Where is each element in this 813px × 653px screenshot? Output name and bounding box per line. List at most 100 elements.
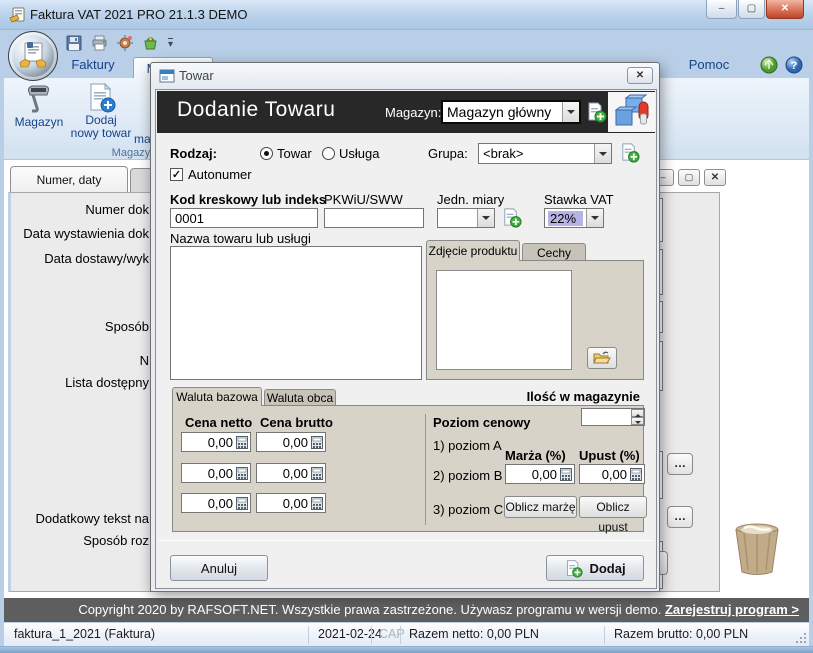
add-jedn-icon[interactable] [501,207,522,228]
tab-zdjecie-produktu[interactable]: Zdjęcie produktu [426,240,520,261]
jedn-miary-select[interactable] [437,208,495,228]
oblicz-upust-button[interactable]: Oblicz upust [579,496,647,518]
cena-netto-input-2[interactable]: 0,00 [181,463,251,483]
cena-brutto-input-2[interactable]: 0,00 [256,463,326,483]
calculator-icon[interactable] [236,436,248,449]
print-icon[interactable] [91,35,108,51]
calculator-icon[interactable] [630,468,642,481]
open-image-button[interactable] [587,347,617,369]
cena-brutto-input-1[interactable]: 0,00 [256,432,326,452]
calculator-icon[interactable] [311,467,323,480]
radio-towar[interactable] [260,147,273,160]
dialog-footer-separator [158,540,654,541]
status-brutto-total: Razem brutto: 0,00 PLN [614,627,748,641]
calculator-icon[interactable] [311,436,323,449]
calculator-icon[interactable] [236,467,248,480]
form-label: Lista dostępny [65,375,149,390]
calculator-icon[interactable] [560,468,572,481]
doc-tab-numer-daty[interactable]: Numer, daty [10,166,128,192]
dodaj-button[interactable]: Dodaj [546,555,644,581]
ribbon-button-dodaj-nowy-towar[interactable]: Dodaj nowy towar [70,80,132,154]
window-bottom-border [0,646,813,653]
cena-netto-input-3[interactable]: 0,00 [181,493,251,513]
vat-select-value: 22% [548,211,583,226]
vat-select[interactable]: 22% [544,208,604,228]
close-button[interactable]: ✕ [766,0,804,19]
help-icon[interactable]: ? [785,56,803,74]
cena-netto-input-1[interactable]: 0,00 [181,432,251,452]
window-title: Faktura VAT 2021 PRO 21.1.3 DEMO [30,7,247,22]
browse-ellipsis-button[interactable]: … [667,506,693,528]
magazyn-label: Magazyn: [385,105,441,120]
tab-pomoc[interactable]: Pomoc [682,57,736,72]
dialog-towar: Towar ✕ Dodanie Towaru Magazyn: Magazyn … [150,62,660,592]
window-titlebar[interactable]: Faktura VAT 2021 PRO 21.1.3 DEMO – ▢ ✕ [0,0,813,30]
autonumer-label[interactable]: Autonumer [188,167,252,182]
ribbon-button-magazyn[interactable]: Magazyn [10,80,68,154]
qat-customize-icon[interactable]: ▾ [168,38,173,49]
radio-usluga[interactable] [322,147,335,160]
maximize-button[interactable]: ▢ [738,0,765,19]
ilosc-w-magazynie-label: Ilość w magazynie [527,389,640,404]
dialog-body: Dodanie Towaru Magazyn: Magazyn główny [155,89,657,589]
trash-bin-icon[interactable] [732,522,782,576]
add-magazyn-icon[interactable] [585,101,607,123]
nazwa-textarea[interactable] [170,246,422,380]
upust-input[interactable]: 0,00 [579,464,645,484]
mdi-restore-button[interactable]: ▢ [678,169,700,186]
form-label: N [140,353,149,368]
chevron-down-icon[interactable] [477,209,494,227]
minimize-button[interactable]: – [706,0,737,19]
grupa-select-value: <brak> [483,146,592,161]
status-netto-total: Razem netto: 0,00 PLN [409,627,539,641]
shop-basket-icon[interactable] [142,35,159,51]
price-panel: Cena netto Cena brutto 0,00 0,00 0,00 0,… [172,405,644,532]
chevron-down-icon[interactable] [562,102,579,122]
magazyn-select[interactable]: Magazyn główny [441,100,581,124]
pkwiu-input[interactable] [324,208,424,228]
ribbon-button-magazyn-label: Magazyn [10,115,68,129]
dialog-titlebar[interactable]: Towar ✕ [151,63,659,89]
nazwa-label: Nazwa towaru lub usługi [170,231,311,246]
update-globe-icon[interactable] [760,56,778,74]
dialog-close-button[interactable]: ✕ [627,67,653,84]
jedn-miary-label: Jedn. miary [437,192,504,207]
save-icon[interactable] [66,35,82,51]
form-label: Dodatkowy tekst na [36,511,149,526]
chevron-down-icon[interactable] [586,209,603,227]
autonumer-checkbox[interactable]: ✓ [170,168,183,181]
radio-towar-label[interactable]: Towar [277,146,312,161]
chevron-down-icon[interactable] [594,144,611,163]
browse-ellipsis-button[interactable]: … [667,453,693,475]
form-label: Data dostawy/wyk [44,251,149,266]
grupa-label: Grupa: [428,146,468,161]
tab-faktury[interactable]: Faktury [58,57,128,72]
dialog-header-band: Dodanie Towaru Magazyn: Magazyn główny [157,91,655,133]
application-menu-button[interactable] [8,31,58,81]
radio-usluga-label[interactable]: Usługa [339,146,379,161]
anuluj-button[interactable]: Anuluj [170,555,268,581]
spinner-down-icon[interactable] [631,417,644,425]
resize-grip[interactable] [796,633,806,643]
grupa-select[interactable]: <brak> [478,143,612,164]
settings-gear-icon[interactable] [117,35,133,51]
calculator-icon[interactable] [236,497,248,510]
invoice-form-labels: Numer dok Data wystawienia dok Data dost… [11,193,151,591]
register-program-link[interactable]: Zarejestruj program > [665,602,799,617]
cena-brutto-input-3[interactable]: 0,00 [256,493,326,513]
oblicz-marze-button[interactable]: Oblicz marżę [504,496,577,518]
tab-cechy[interactable]: Cechy [522,243,586,261]
poziom-b-label: 2) poziom B [433,468,502,483]
product-image-placeholder [436,270,572,370]
cena-brutto-header: Cena brutto [260,415,333,430]
stock-quantity-spinner[interactable] [581,408,645,426]
invoice-hands-icon [16,39,50,73]
add-grupa-icon[interactable] [619,142,640,163]
marza-input[interactable]: 0,00 [505,464,575,484]
spinner-up-icon[interactable] [631,409,644,417]
tab-waluta-bazowa[interactable]: Waluta bazowa [172,387,262,406]
mdi-close-button[interactable]: ✕ [704,169,726,186]
tab-waluta-obca[interactable]: Waluta obca [264,389,336,406]
calculator-icon[interactable] [311,497,323,510]
kod-input[interactable]: 0001 [170,208,318,228]
